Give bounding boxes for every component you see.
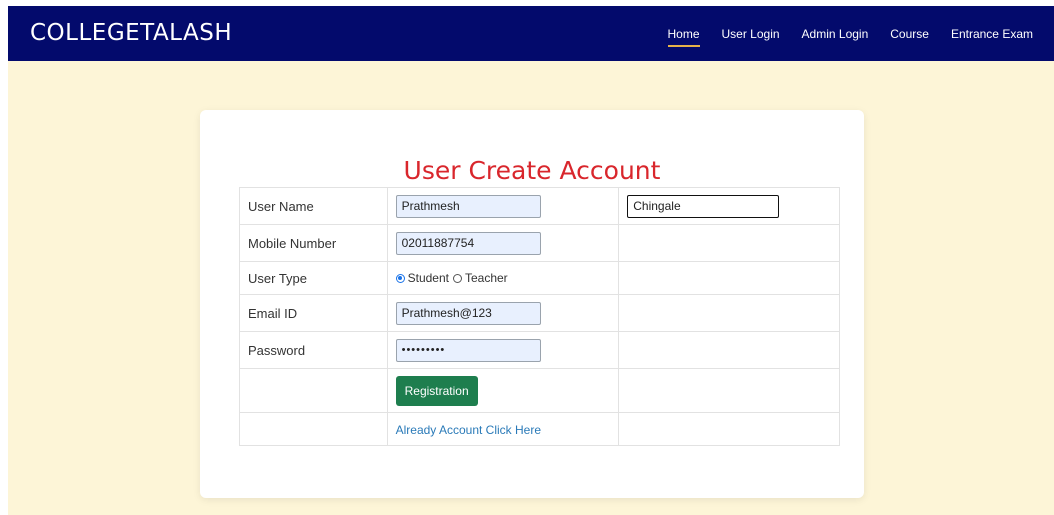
registration-form-table: User Name Mobile Number User Type <box>239 187 840 446</box>
mobile-cell <box>386 224 620 262</box>
empty-cell <box>618 224 840 262</box>
user-type-radio-group: Student Teacher <box>395 271 611 285</box>
password-cell <box>386 331 620 369</box>
login-link-cell: Already Account Click Here <box>386 412 620 446</box>
password-label: Password <box>239 331 388 369</box>
empty-cell <box>618 261 840 295</box>
teacher-radio[interactable] <box>452 273 462 283</box>
navbar: COLLEGETALASH Home User Login Admin Logi… <box>8 6 1054 61</box>
table-row: Registration <box>239 368 840 413</box>
first-name-cell <box>386 187 620 225</box>
nav-link-user-login[interactable]: User Login <box>722 21 780 47</box>
empty-cell <box>618 294 840 332</box>
user-type-label: User Type <box>239 261 388 295</box>
last-name-cell <box>618 187 840 225</box>
registration-button[interactable]: Registration <box>395 375 478 406</box>
table-row: Password <box>239 331 840 369</box>
nav-links: Home User Login Admin Login Course Entra… <box>667 6 1054 61</box>
register-cell: Registration <box>386 368 620 413</box>
already-account-link[interactable]: Already Account Click Here <box>396 423 541 437</box>
password-input[interactable] <box>395 338 541 362</box>
nav-link-admin-login[interactable]: Admin Login <box>802 21 869 47</box>
brand-logo[interactable]: COLLEGETALASH <box>30 20 232 46</box>
student-radio[interactable] <box>395 273 405 283</box>
table-row: User Name <box>239 187 840 225</box>
last-name-input[interactable] <box>627 194 780 218</box>
nav-link-home[interactable]: Home <box>667 21 700 47</box>
page-background: COLLEGETALASH Home User Login Admin Logi… <box>8 6 1054 515</box>
email-label: Email ID <box>239 294 388 332</box>
nav-link-entrance-exam[interactable]: Entrance Exam <box>951 21 1033 47</box>
empty-cell <box>239 412 388 446</box>
mobile-label: Mobile Number <box>239 224 388 262</box>
table-row: Mobile Number <box>239 224 840 262</box>
mobile-input[interactable] <box>395 231 541 255</box>
registration-card: User Create Account User Name Mobile Num… <box>200 110 864 498</box>
empty-cell <box>618 331 840 369</box>
table-row: Email ID <box>239 294 840 332</box>
teacher-radio-label[interactable]: Teacher <box>465 271 508 285</box>
table-row: Already Account Click Here <box>239 412 840 446</box>
empty-cell <box>239 368 388 413</box>
student-radio-label[interactable]: Student <box>408 271 449 285</box>
email-cell <box>386 294 620 332</box>
email-input[interactable] <box>395 301 541 325</box>
first-name-input[interactable] <box>395 194 541 218</box>
user-name-label: User Name <box>239 187 388 225</box>
empty-cell <box>618 412 840 446</box>
page-title: User Create Account <box>403 156 661 185</box>
user-type-cell: Student Teacher <box>386 261 620 295</box>
empty-cell <box>618 368 840 413</box>
nav-link-course[interactable]: Course <box>890 21 929 47</box>
table-row: User Type Student Teacher <box>239 261 840 295</box>
